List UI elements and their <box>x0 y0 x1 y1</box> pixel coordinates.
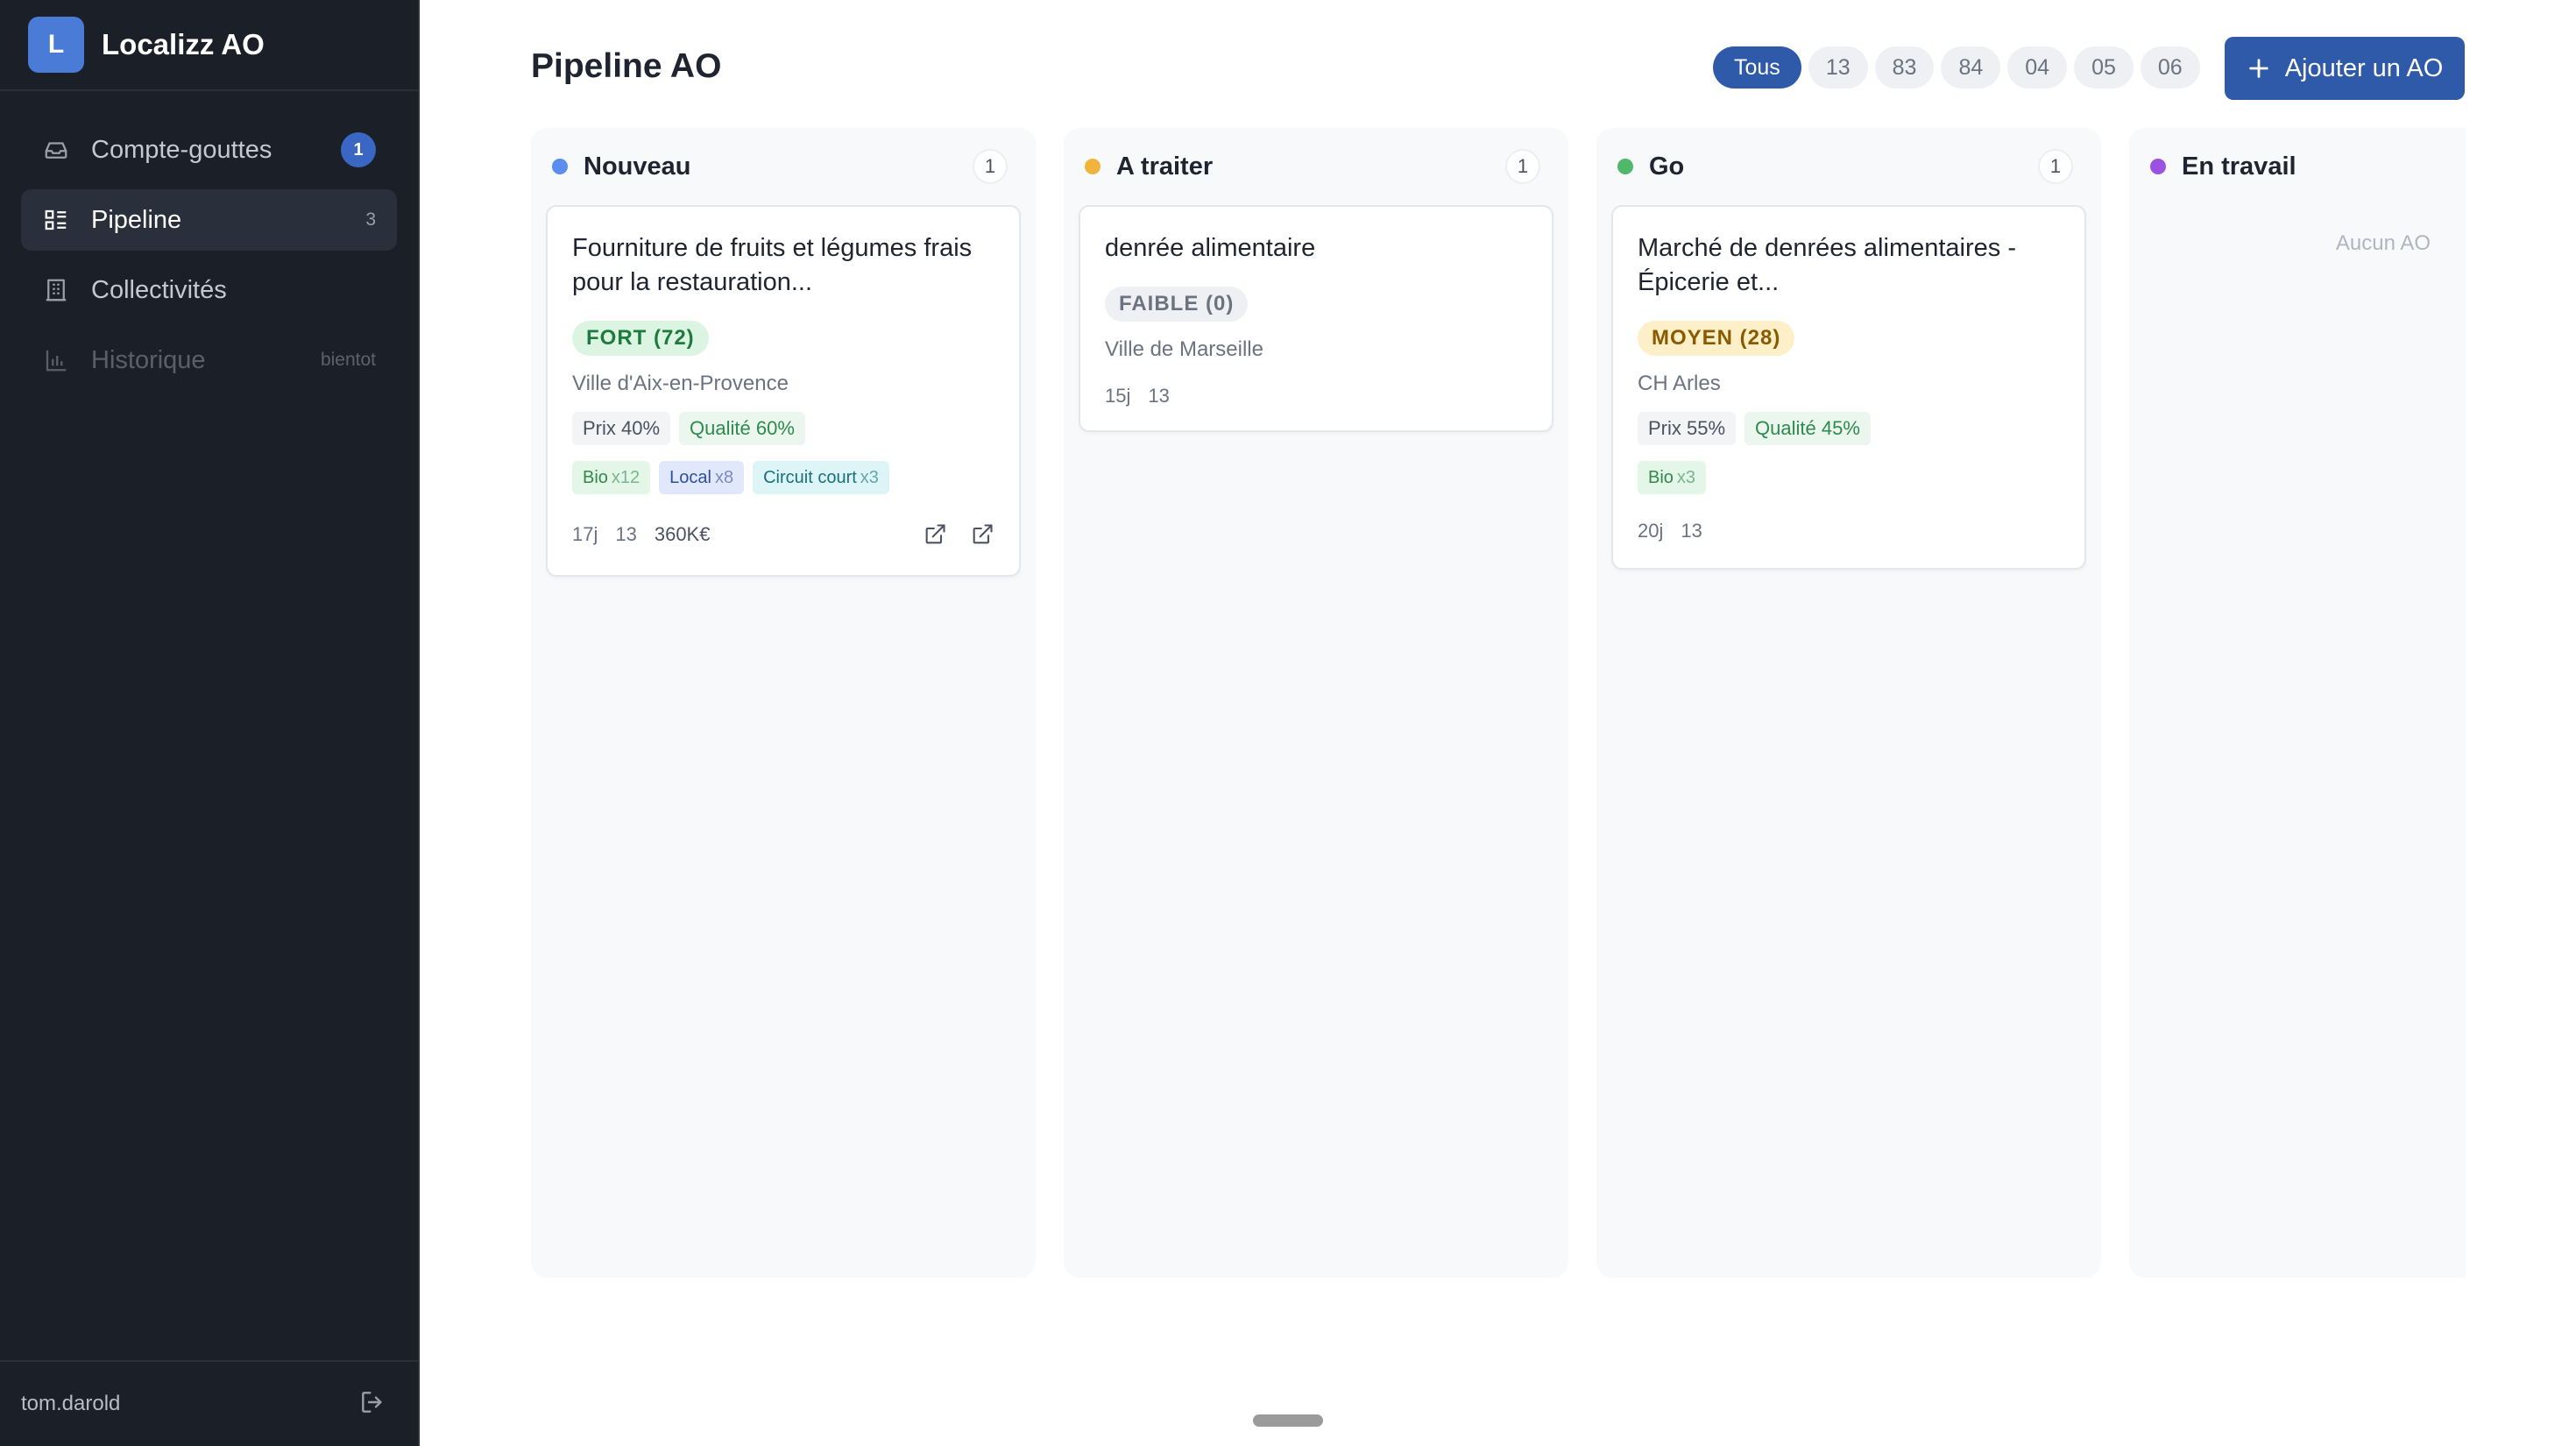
column-header: Nouveau 1 <box>531 128 1036 205</box>
amount: 360K€ <box>654 523 711 545</box>
status-dot <box>552 159 568 174</box>
bar-chart-icon <box>42 346 70 374</box>
plus-icon <box>2248 59 2268 78</box>
filter-04[interactable]: 04 <box>2007 46 2068 89</box>
add-ao-button[interactable]: Ajouter un AO <box>2225 37 2465 100</box>
add-ao-label: Ajouter un AO <box>2284 53 2444 82</box>
sidebar-item-label: Compte-gouttes <box>91 135 272 164</box>
external-link-icon[interactable] <box>970 522 994 547</box>
column-a-traiter: A traiter 1 denrée alimentaire FAIBLE (0… <box>1064 128 1568 1278</box>
criteria-row: Prix 40% Qualité 60% <box>572 412 994 445</box>
sidebar-nav: Compte-gouttes 1 Pipeline 3 Collectivité… <box>0 91 418 391</box>
sidebar-item-compte-gouttes[interactable]: Compte-gouttes 1 <box>21 119 397 181</box>
criteria-row: Prix 55% Qualité 45% <box>1638 412 2060 445</box>
column-title: Go <box>1649 152 1685 181</box>
keyword-tags: Bio x12 Local x8 Circuit court x3 <box>572 461 994 494</box>
score-badge: FAIBLE (0) <box>1105 287 1249 322</box>
column-header: A traiter 1 <box>1064 128 1568 205</box>
status-dot <box>1617 159 1633 174</box>
filter-13[interactable]: 13 <box>1808 46 1868 89</box>
quality-weight: Qualité 60% <box>679 412 805 445</box>
buyer-name: Ville de Marseille <box>1105 337 1263 361</box>
tag-local: Local x8 <box>659 461 745 494</box>
logout-icon[interactable] <box>358 1388 386 1421</box>
days-remaining: 15j <box>1105 385 1131 407</box>
ao-title: denrée alimentaire <box>1105 234 1316 262</box>
quality-weight: Qualité 45% <box>1744 412 1871 445</box>
sidebar-item-historique: Historique bientot <box>21 330 397 391</box>
unread-badge: 1 <box>341 132 376 167</box>
column-count: 1 <box>973 149 1008 184</box>
horizontal-scroll-handle[interactable] <box>1253 1414 1323 1427</box>
sidebar-item-label: Historique <box>91 345 206 374</box>
score-badge: FORT (72) <box>572 321 709 356</box>
price-weight: Prix 55% <box>1638 412 1737 445</box>
column-header: En travail <box>2129 128 2466 205</box>
column-nouveau: Nouveau 1 Fourniture de fruits et légume… <box>531 128 1036 1278</box>
column-title: En travail <box>2182 152 2296 181</box>
coming-soon-label: bientot <box>320 350 376 370</box>
username: tom.darold <box>21 1392 121 1415</box>
column-count: 1 <box>1505 149 1540 184</box>
sidebar: L Localizz AO Compte-gouttes 1 Pipeline … <box>0 0 420 1446</box>
days-remaining: 20j <box>1638 520 1664 542</box>
buyer-name: CH Arles <box>1638 372 1721 395</box>
sidebar-item-pipeline[interactable]: Pipeline 3 <box>21 189 397 251</box>
sidebar-footer: tom.darold <box>0 1360 418 1446</box>
filter-84[interactable]: 84 <box>1941 46 2001 89</box>
tag-circuit-court: Circuit court x3 <box>753 461 889 494</box>
column-en-travail: En travail Aucun AO <box>2129 128 2466 1278</box>
tag-bio: Bio x3 <box>1638 461 1707 494</box>
column-title: Nouveau <box>584 152 691 181</box>
ao-title: Marché de denrées alimentaires - Épiceri… <box>1638 234 2016 296</box>
keyword-tags: Bio x3 <box>1638 461 2060 494</box>
card-actions <box>923 522 994 547</box>
department: 13 <box>615 523 637 545</box>
page-title: Pipeline AO <box>531 47 722 85</box>
pipeline-count: 3 <box>365 209 376 230</box>
days-remaining: 17j <box>572 523 598 545</box>
filter-83[interactable]: 83 <box>1874 46 1935 89</box>
ao-card[interactable]: Marché de denrées alimentaires - Épiceri… <box>1611 205 2086 570</box>
ao-title: Fourniture de fruits et légumes frais po… <box>572 234 973 296</box>
app-name: Localizz AO <box>102 28 265 60</box>
score-badge: MOYEN (28) <box>1638 321 1795 356</box>
card-footer: 20j 13 <box>1638 494 2060 568</box>
app-logo: L <box>28 17 84 73</box>
ao-card[interactable]: Fourniture de fruits et légumes frais po… <box>546 205 1021 577</box>
filter-05[interactable]: 05 <box>2074 46 2134 89</box>
column-header: Go 1 <box>1596 128 2101 205</box>
status-dot <box>1085 159 1100 174</box>
sidebar-item-label: Pipeline <box>91 205 182 234</box>
department: 13 <box>1681 520 1702 542</box>
kanban-icon <box>42 206 70 234</box>
column-title: A traiter <box>1116 152 1214 181</box>
status-dot <box>2150 159 2166 174</box>
department: 13 <box>1148 385 1170 407</box>
building-icon <box>42 276 70 304</box>
department-filters: Tous 13 83 84 04 05 06 <box>1713 46 2200 89</box>
inbox-icon <box>42 136 70 164</box>
card-footer: 15j 13 <box>1105 362 1527 430</box>
card-footer: 17j 13 360K€ <box>572 494 994 575</box>
column-go: Go 1 Marché de denrées alimentaires - Ép… <box>1596 128 2101 1278</box>
tag-bio: Bio x12 <box>572 461 651 494</box>
filter-tous[interactable]: Tous <box>1713 46 1801 89</box>
empty-column-message: Aucun AO <box>2335 231 2431 255</box>
filter-06[interactable]: 06 <box>2140 46 2200 89</box>
buyer-name: Ville d'Aix-en-Provence <box>572 372 789 395</box>
price-weight: Prix 40% <box>572 412 671 445</box>
sidebar-item-collectivites[interactable]: Collectivités <box>21 259 397 321</box>
column-count: 1 <box>2038 149 2073 184</box>
ao-card[interactable]: denrée alimentaire FAIBLE (0) Ville de M… <box>1079 205 1553 432</box>
external-link-icon[interactable] <box>923 522 947 547</box>
kanban-board: Nouveau 1 Fourniture de fruits et légume… <box>531 128 2466 1278</box>
sidebar-item-label: Collectivités <box>91 275 227 304</box>
brand[interactable]: L Localizz AO <box>0 0 418 91</box>
main-content: Pipeline AO Tous 13 83 84 04 05 06 Ajout… <box>420 0 2576 1446</box>
